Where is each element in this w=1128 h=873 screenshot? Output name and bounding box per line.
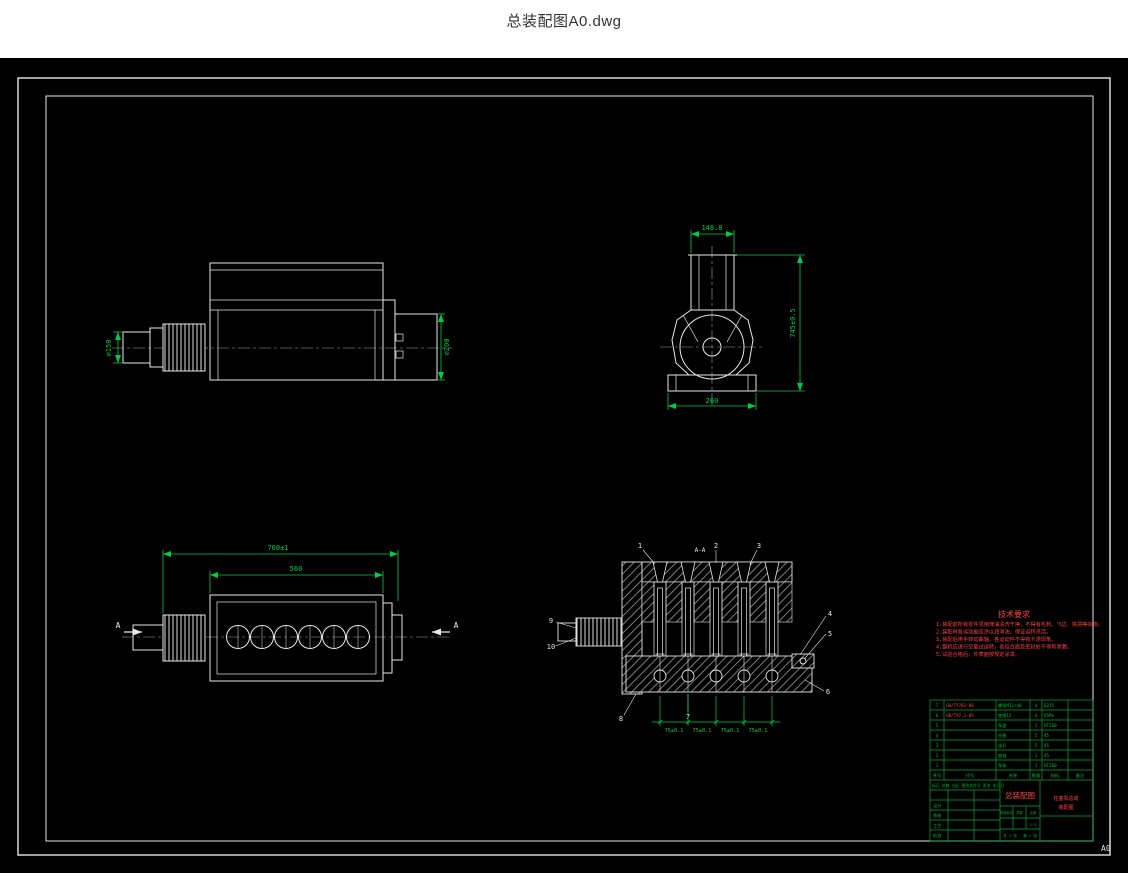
- dim-body-label: 560: [290, 565, 303, 573]
- svg-text:8: 8: [619, 715, 623, 723]
- svg-text:审核: 审核: [933, 812, 942, 819]
- technical-notes: 技术要求 1.装配前所有零件须用煤油清洗干净，不得有毛刺、飞边、铁屑等杂物。 2…: [936, 609, 1103, 658]
- document-title: 总装配图A0.dwg: [506, 13, 622, 30]
- svg-text:45: 45: [1044, 753, 1050, 758]
- svg-text:阶段标记: 阶段标记: [1000, 810, 1014, 815]
- svg-text:HT200: HT200: [1044, 763, 1057, 768]
- top-view: [122, 594, 452, 682]
- svg-text:数量: 数量: [1032, 772, 1040, 779]
- svg-text:4.整机应进行空载试运转，各结合面及密封处不得有渗漏。: 4.整机应进行空载试运转，各结合面及密封处不得有渗漏。: [936, 643, 1072, 651]
- svg-text:1: 1: [1035, 753, 1038, 758]
- svg-text:4: 4: [1035, 703, 1038, 708]
- dim-shaft-label: ⌀150: [105, 340, 113, 357]
- svg-text:75±0.1: 75±0.1: [721, 728, 740, 734]
- svg-text:HT200: HT200: [1044, 723, 1057, 728]
- section-label-right: A: [454, 621, 459, 630]
- dim-pulley-label: ⌀200: [443, 339, 451, 356]
- svg-text:比例: 比例: [1030, 810, 1036, 815]
- svg-text:45: 45: [1044, 743, 1050, 748]
- svg-text:标记 处数 分区 更改文件号 签名 年月日: 标记 处数 分区 更改文件号 签名 年月日: [932, 783, 1004, 788]
- svg-text:柱塞: 柱塞: [998, 732, 1007, 739]
- svg-text:75±0.1: 75±0.1: [749, 728, 768, 734]
- titlebar: 总装配图A0.dwg: [0, 0, 1128, 58]
- svg-text:1: 1: [638, 542, 642, 550]
- svg-text:5: 5: [1035, 743, 1038, 748]
- svg-text:5: 5: [828, 630, 832, 638]
- svg-text:5.试验合格后，外表面按规定涂漆。: 5.试验合格后，外表面按规定涂漆。: [936, 650, 1020, 658]
- svg-text:75±0.1: 75±0.1: [693, 728, 712, 734]
- svg-text:泵体: 泵体: [998, 762, 1007, 769]
- side-view: [112, 262, 452, 381]
- svg-text:7: 7: [936, 703, 939, 708]
- title-block: [929, 699, 1094, 842]
- svg-text:4: 4: [936, 733, 939, 738]
- cad-viewer-page: 总装配图A0.dwg A0 ⌀150 ⌀200 148.8 745±0.5 26…: [0, 0, 1128, 873]
- svg-text:工艺: 工艺: [933, 823, 941, 828]
- svg-text:2: 2: [936, 753, 939, 758]
- svg-text:质量: 质量: [1016, 810, 1023, 815]
- svg-text:GB/T5782-86: GB/T5782-86: [946, 703, 974, 708]
- svg-text:1: 1: [1035, 723, 1038, 728]
- svg-text:3: 3: [936, 743, 939, 748]
- svg-text:备注: 备注: [1076, 772, 1085, 779]
- svg-text:2.装配时各运动副应涂以润滑油，保证运转灵活。: 2.装配时各运动副应涂以润滑油，保证运转灵活。: [936, 628, 1051, 636]
- svg-text:序号: 序号: [933, 772, 941, 779]
- dim-base-label: 260: [706, 397, 719, 405]
- drawing-title: 总装配图: [1005, 790, 1035, 800]
- svg-text:1:2: 1:2: [1030, 823, 1037, 827]
- svg-text:螺栓M12×40: 螺栓M12×40: [998, 702, 1022, 709]
- svg-text:10: 10: [547, 643, 555, 651]
- svg-text:2: 2: [714, 542, 718, 550]
- svg-text:65Mn: 65Mn: [1044, 713, 1055, 718]
- svg-text:代号: 代号: [966, 772, 974, 779]
- sheet-frame: A0: [17, 77, 1111, 856]
- svg-text:5: 5: [1035, 733, 1038, 738]
- cad-drawing: A0 ⌀150 ⌀200 148.8 745±0.5 260 760±1 560…: [17, 77, 1111, 856]
- section-view: [555, 549, 827, 716]
- svg-text:1: 1: [1035, 763, 1038, 768]
- section-dims: [652, 696, 780, 726]
- svg-text:75±0.1: 75±0.1: [665, 728, 684, 734]
- notes-title: 技术要求: [998, 609, 1030, 619]
- svg-text:连杆: 连杆: [998, 742, 1007, 749]
- title-block-text: 序号 代号 名称 数量 材料 备注 7 GB/T5782-86 螺栓M12×40…: [932, 702, 1085, 839]
- svg-text:6: 6: [936, 713, 939, 718]
- section-dim-labels: 75±0.1 75±0.1 75±0.1 75±0.1: [665, 728, 768, 734]
- svg-text:1.装配前所有零件须用煤油清洗干净，不得有毛刺、飞边、铁屑等: 1.装配前所有零件须用煤油清洗干净，不得有毛刺、飞边、铁屑等杂物。: [936, 620, 1103, 628]
- svg-text:装配图: 装配图: [1058, 804, 1073, 811]
- sheet-size-label: A0: [1101, 844, 1111, 853]
- svg-text:6: 6: [826, 688, 830, 696]
- svg-text:GB/T97.1-85: GB/T97.1-85: [946, 713, 974, 718]
- svg-text:Q235: Q235: [1044, 703, 1055, 708]
- dim-height-label: 745±0.5: [789, 308, 797, 338]
- svg-text:第 1 张: 第 1 张: [1023, 833, 1037, 838]
- svg-text:柱塞泵总成: 柱塞泵总成: [1053, 795, 1078, 802]
- top-view-dims: [162, 550, 399, 613]
- front-view: [660, 246, 764, 406]
- svg-text:5: 5: [936, 723, 939, 728]
- svg-text:4: 4: [828, 610, 832, 618]
- section-label-left: A: [116, 621, 121, 630]
- svg-text:4: 4: [1035, 713, 1038, 718]
- dim-width-label: 148.8: [701, 224, 722, 232]
- svg-text:9: 9: [549, 617, 553, 625]
- svg-text:曲轴: 曲轴: [998, 752, 1006, 759]
- dim-overall-label: 760±1: [267, 544, 288, 552]
- drawing-canvas[interactable]: A0 ⌀150 ⌀200 148.8 745±0.5 260 760±1 560…: [0, 58, 1128, 873]
- svg-text:垫圈12: 垫圈12: [998, 712, 1012, 719]
- front-view-dims: [667, 230, 805, 410]
- svg-text:3.装配后用手转动曲轴，各运动件不得有卡滞现象。: 3.装配后用手转动曲轴，各运动件不得有卡滞现象。: [936, 635, 1056, 643]
- svg-text:名称: 名称: [1009, 772, 1017, 779]
- svg-text:材料: 材料: [1051, 772, 1060, 779]
- svg-text:45: 45: [1044, 733, 1050, 738]
- section-title-label: A-A: [695, 547, 706, 554]
- svg-text:1: 1: [936, 763, 939, 768]
- svg-text:批准: 批准: [933, 832, 941, 839]
- svg-text:共 1 张: 共 1 张: [1003, 833, 1017, 838]
- svg-text:设计: 设计: [933, 802, 941, 809]
- svg-text:泵盖: 泵盖: [998, 722, 1006, 728]
- svg-text:3: 3: [757, 542, 761, 550]
